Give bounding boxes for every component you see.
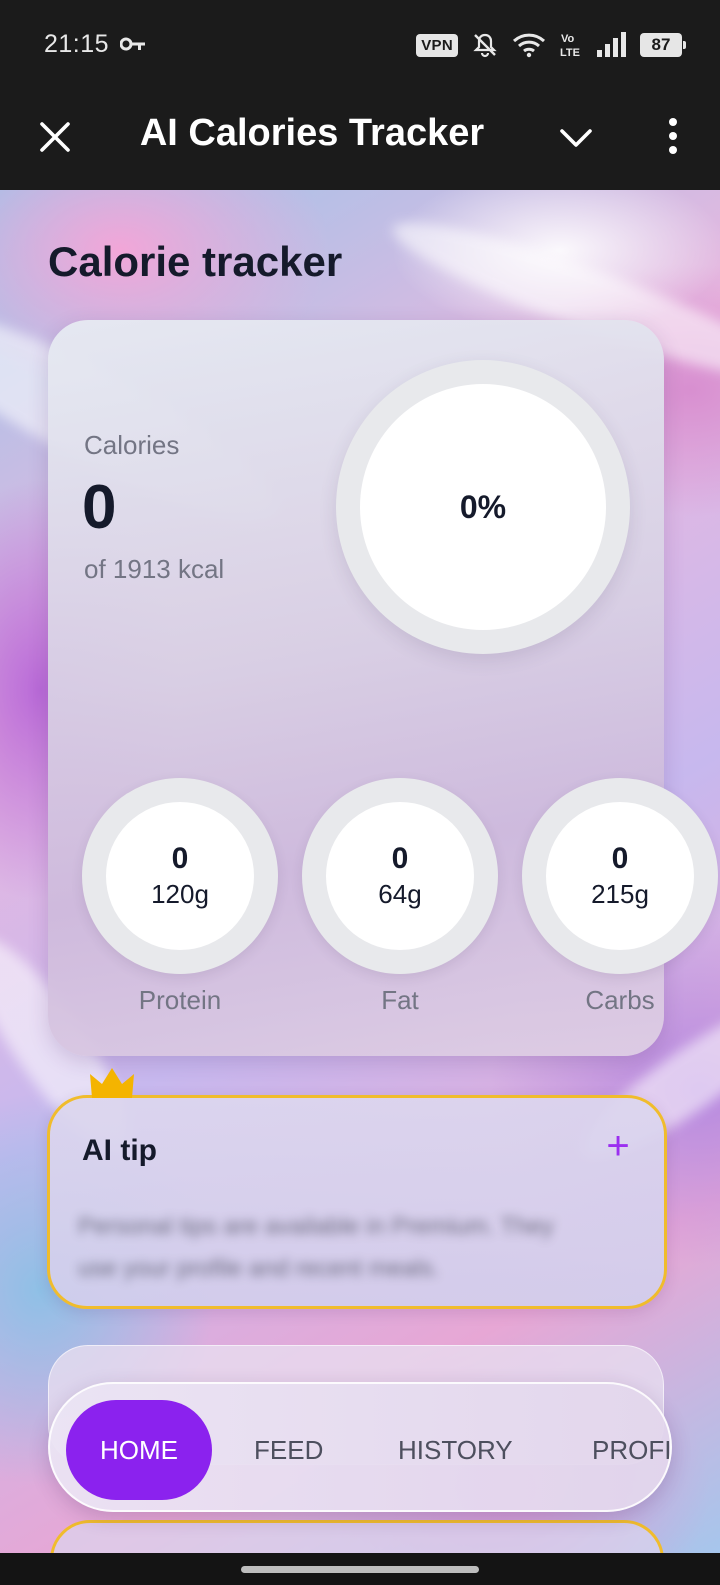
macro-goal: 64g — [378, 879, 422, 909]
bottom-nav: HOME FEED HISTORY PROFI — [48, 1382, 672, 1512]
nav-home[interactable]: HOME — [66, 1400, 212, 1500]
key-icon — [120, 37, 145, 51]
ai-tip-body: Personal tips are available in Premium. … — [78, 1213, 554, 1282]
macro-ring-carbs: 0 215g — [522, 778, 718, 974]
calories-value: 0 — [82, 473, 117, 542]
macro-goal: 215g — [591, 879, 649, 909]
nav-feed[interactable]: FEED — [254, 1400, 323, 1500]
mute-icon — [473, 33, 497, 58]
calorie-summary-card[interactable]: Calories 0 of 1913 kcal 0% 0 120g Protei… — [48, 320, 718, 1056]
calories-label: Calories — [84, 430, 180, 460]
macro-goal: 120g — [151, 879, 209, 909]
gesture-area — [0, 1553, 720, 1585]
macro-ring-fat: 0 64g — [302, 778, 498, 974]
volte-icon: Vo LTE — [560, 33, 580, 59]
more-vert-icon[interactable] — [650, 112, 696, 160]
status-time: 21:15 — [44, 30, 110, 58]
chevron-down-icon[interactable] — [556, 118, 596, 158]
battery-icon: 87 — [640, 33, 686, 57]
macro-value: 0 — [611, 842, 629, 875]
status-icons: VPN Vo LTE 87 — [416, 30, 686, 60]
signal-icon — [597, 32, 626, 57]
app-toolbar: AI Calories Tracker — [0, 92, 720, 190]
home-gesture-bar[interactable] — [241, 1566, 479, 1573]
macro-label-carbs: Carbs — [585, 985, 655, 1015]
vpn-icon: VPN — [416, 33, 458, 57]
plus-icon[interactable]: + — [600, 1124, 636, 1168]
svg-text:LTE: LTE — [560, 47, 580, 59]
calorie-percent: 0% — [360, 384, 606, 630]
ai-tip-title: AI tip — [82, 1134, 157, 1167]
page-title: Calorie tracker — [48, 238, 343, 285]
macro-ring-protein: 0 120g — [82, 778, 278, 974]
wifi-icon — [512, 33, 546, 58]
nav-history[interactable]: HISTORY — [398, 1400, 513, 1500]
crown-icon — [90, 1068, 134, 1098]
calorie-progress-ring: 0% — [336, 360, 630, 654]
macro-value: 0 — [391, 842, 409, 875]
macro-label-fat: Fat — [381, 985, 419, 1015]
app-title: AI Calories Tracker — [139, 112, 485, 154]
calories-goal: of 1913 kcal — [84, 554, 225, 584]
svg-text:Vo: Vo — [561, 33, 575, 45]
next-premium-card[interactable] — [50, 1520, 664, 1553]
main-content[interactable]: Calorie tracker Calories 0 of 1913 kcal … — [0, 190, 720, 1553]
macro-label-protein: Protein — [138, 985, 222, 1015]
nav-profile[interactable]: PROFI — [592, 1400, 670, 1500]
status-bar: 21:15 VPN Vo LTE 87 — [0, 0, 720, 92]
macro-value: 0 — [171, 842, 189, 875]
ai-tip-card[interactable]: AI tip + Personal tips are available in … — [47, 1095, 667, 1309]
